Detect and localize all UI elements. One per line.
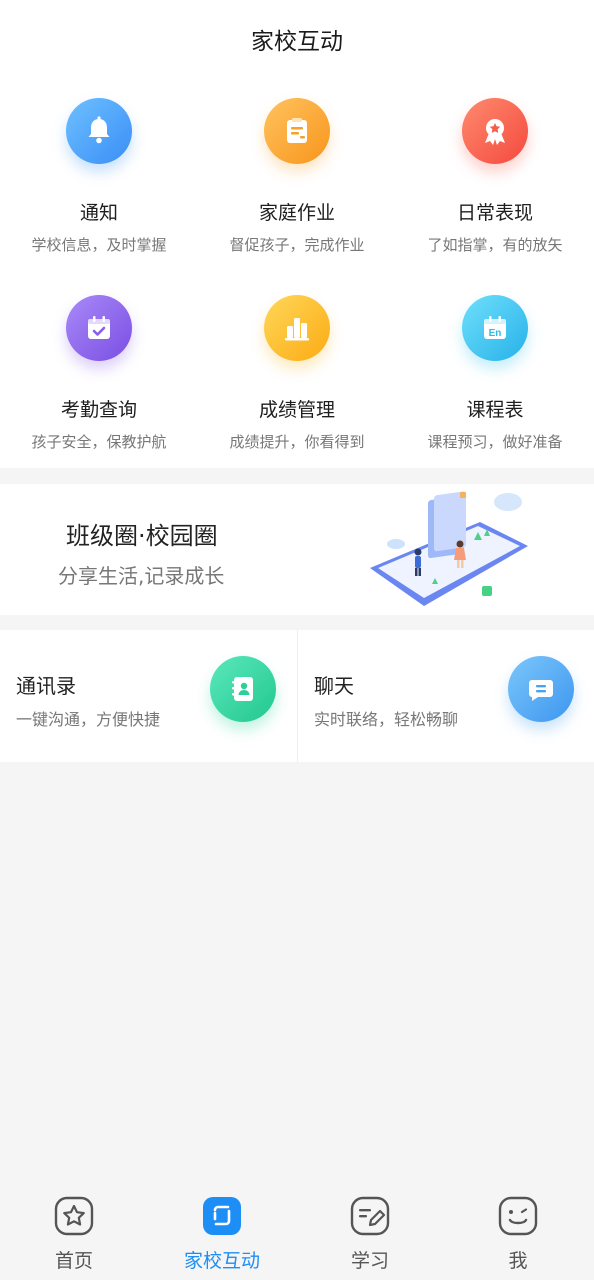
address-book-card[interactable]: 通讯录 一键沟通，方便快捷 — [0, 630, 297, 762]
tab-home[interactable]: 首页 — [0, 1180, 148, 1280]
tab-label: 学习 — [350, 1250, 389, 1272]
tab-study[interactable]: 学习 — [296, 1180, 444, 1280]
bar-chart-icon — [264, 295, 330, 361]
home-star-icon — [54, 1196, 94, 1236]
grid-item-daily-performance[interactable]: 日常表现 了如指掌，有的放矢 — [396, 78, 594, 275]
pen-note-icon — [350, 1196, 390, 1236]
grid-item-subtitle: 了如指掌，有的放矢 — [427, 236, 563, 254]
address-book-icon — [210, 656, 276, 722]
grid-item-attendance[interactable]: 考勤查询 孩子安全，保教护航 — [0, 275, 198, 472]
grid-item-title: 通知 — [79, 202, 118, 224]
calendar-check-icon — [66, 295, 132, 361]
calendar-en-icon: En — [462, 295, 528, 361]
grid-item-grades[interactable]: 成绩管理 成绩提升，你看得到 — [198, 275, 396, 472]
grid-item-subtitle: 课程预习，做好准备 — [427, 433, 563, 451]
card-title: 聊天 — [314, 674, 354, 698]
contacts-section: 通讯录 一键沟通，方便快捷 聊天 实时联络，轻松畅聊 — [0, 630, 594, 762]
tab-home-school[interactable]: 家校互动 — [148, 1180, 296, 1280]
grid-item-title: 课程表 — [466, 399, 524, 421]
card-title: 通讯录 — [16, 674, 76, 698]
bell-icon — [66, 98, 132, 164]
top-bar: 家校互动 — [0, 0, 594, 78]
chat-card[interactable]: 聊天 实时联络，轻松畅聊 — [297, 630, 594, 762]
phone-illustration — [370, 491, 528, 606]
tab-label: 家校互动 — [183, 1250, 260, 1272]
class-circle-banner[interactable]: 班级圈·校园圈 分享生活,记录成长 — [0, 484, 594, 615]
grid-item-notice[interactable]: 通知 学校信息，及时掌握 — [0, 78, 198, 275]
chat-bubble-icon — [508, 656, 574, 722]
grid-item-timetable[interactable]: En 课程表 课程预习，做好准备 — [396, 275, 594, 472]
grid-item-subtitle: 孩子安全，保教护航 — [31, 433, 167, 451]
card-subtitle: 一键沟通，方便快捷 — [16, 710, 161, 729]
banner-title: 班级圈·校园圈 — [66, 522, 218, 550]
feature-grid: 通知 学校信息，及时掌握 家庭作业 督促孩子，完成作业 日常表现 了如指掌，有的… — [0, 78, 594, 468]
grid-item-subtitle: 学校信息，及时掌握 — [31, 236, 167, 254]
grid-item-title: 日常表现 — [456, 202, 533, 224]
bottom-tab-bar: 首页 家校互动 学习 我 — [0, 1180, 594, 1280]
square-frame-icon — [203, 1197, 241, 1235]
grid-item-title: 考勤查询 — [60, 399, 137, 421]
card-subtitle: 实时联络，轻松畅聊 — [314, 710, 459, 729]
grid-item-subtitle: 成绩提升，你看得到 — [229, 433, 365, 451]
tab-label: 我 — [508, 1250, 528, 1272]
grid-item-homework[interactable]: 家庭作业 督促孩子，完成作业 — [198, 78, 396, 275]
tab-label: 首页 — [54, 1250, 93, 1272]
page-title: 家校互动 — [251, 29, 343, 55]
tab-me[interactable]: 我 — [444, 1180, 592, 1280]
svg-text:En: En — [489, 328, 502, 339]
grid-item-title: 成绩管理 — [258, 399, 335, 421]
grid-item-title: 家庭作业 — [258, 202, 335, 224]
award-icon — [462, 98, 528, 164]
clipboard-icon — [264, 98, 330, 164]
banner-subtitle: 分享生活,记录成长 — [58, 564, 225, 588]
grid-item-subtitle: 督促孩子，完成作业 — [229, 236, 365, 254]
smiley-icon — [498, 1196, 538, 1236]
